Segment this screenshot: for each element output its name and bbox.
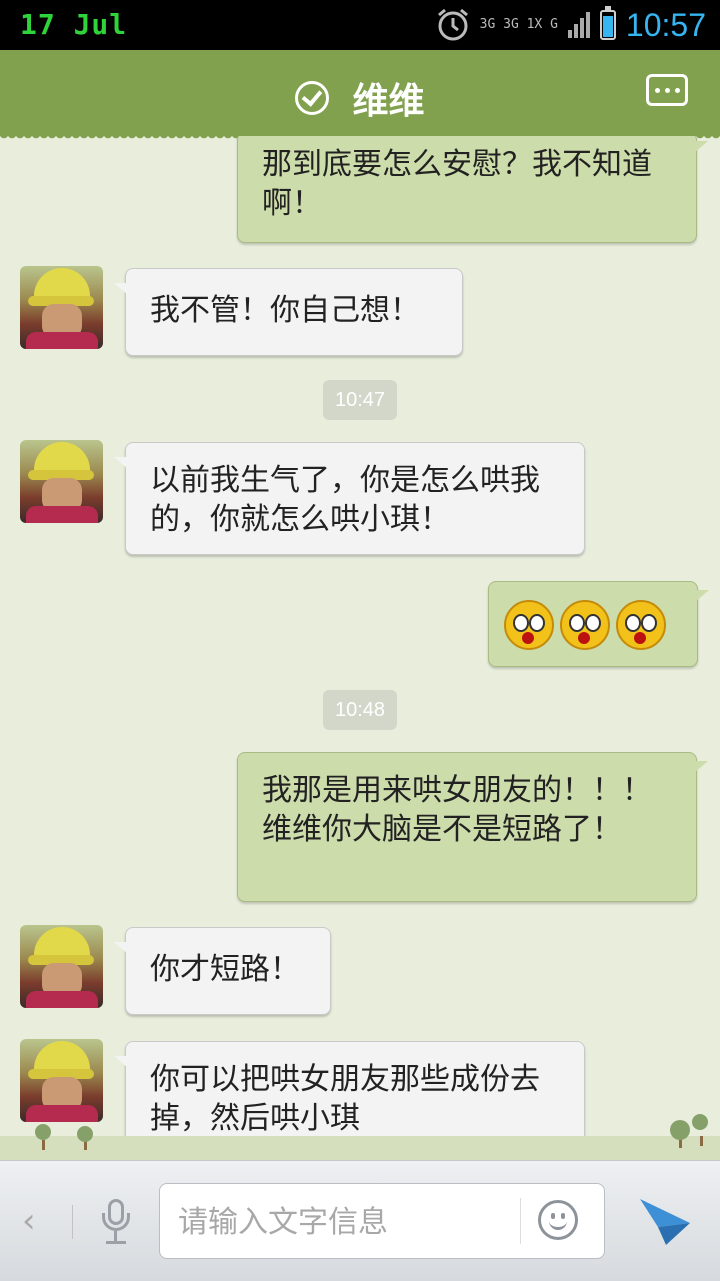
avatar[interactable] — [20, 1039, 103, 1122]
status-time: 10:57 — [625, 6, 706, 43]
contact-name[interactable]: 维维 — [353, 81, 425, 122]
chat-header: 维维 — [0, 50, 720, 142]
message-text: 你可以把哄女朋友那些成份去掉，然后哄小琪 — [150, 1062, 540, 1136]
status-icons: 3G 3G 1X G 10:57 — [436, 6, 706, 44]
shocked-face-icon — [560, 600, 610, 650]
message-bubble-outgoing[interactable]: 我那是用来哄女朋友的！！！维维你大脑是不是短路了！ — [237, 752, 708, 902]
message-bubble-outgoing[interactable] — [488, 581, 709, 667]
status-date: 17 Jul — [20, 8, 128, 41]
message-text: 我那是用来哄女朋友的！！！维维你大脑是不是短路了！ — [262, 773, 652, 847]
timestamp: 10:47 — [323, 380, 397, 420]
dot-icon — [674, 87, 680, 93]
status-bar: 17 Jul 3G 3G 1X G 10:57 — [0, 0, 720, 50]
avatar[interactable] — [20, 440, 103, 523]
dot-icon — [664, 87, 670, 93]
smiley-icon[interactable] — [538, 1200, 578, 1240]
network-indicator: 3G 3G 1X G — [479, 17, 558, 32]
message-text: 我不管！你自己想！ — [150, 293, 420, 328]
battery-icon — [599, 6, 616, 40]
avatar[interactable] — [20, 266, 103, 349]
message-text: 那到底要怎么安慰？我不知道啊！ — [262, 147, 652, 221]
message-text: 以前我生气了，你是怎么哄我的，你就怎么哄小琪！ — [150, 463, 540, 537]
more-options-button[interactable] — [646, 74, 688, 106]
alarm-icon — [437, 8, 468, 41]
chevron-left-icon[interactable]: ‹ — [22, 1201, 36, 1241]
message-bubble-outgoing[interactable]: 那到底要怎么安慰？我不知道啊！ — [237, 136, 708, 243]
message-bubble-incoming[interactable]: 以前我生气了，你是怎么哄我的，你就怎么哄小琪！ — [114, 442, 585, 555]
message-text: 你才短路！ — [150, 952, 300, 987]
send-icon[interactable] — [638, 1197, 692, 1247]
message-list[interactable]: 那到底要怎么安慰？我不知道啊！ 我不管！你自己想！ 10:47 以前我生气了，你… — [0, 136, 720, 1160]
microphone-icon[interactable] — [98, 1199, 134, 1247]
message-input-box[interactable] — [159, 1183, 605, 1259]
shocked-face-icon — [616, 600, 666, 650]
message-bubble-incoming[interactable]: 我不管！你自己想！ — [114, 268, 463, 356]
shocked-face-icon — [504, 600, 554, 650]
timestamp: 10:48 — [323, 690, 397, 730]
divider — [72, 1205, 73, 1239]
avatar[interactable] — [20, 925, 103, 1008]
message-input[interactable] — [176, 1198, 510, 1246]
dot-icon — [654, 87, 660, 93]
ground-decoration — [0, 1114, 720, 1160]
check-circle-icon — [295, 81, 330, 115]
divider — [520, 1198, 521, 1244]
signal-icon — [567, 12, 590, 38]
input-bar: ‹ — [0, 1160, 720, 1281]
message-bubble-incoming[interactable]: 你才短路！ — [114, 927, 331, 1015]
